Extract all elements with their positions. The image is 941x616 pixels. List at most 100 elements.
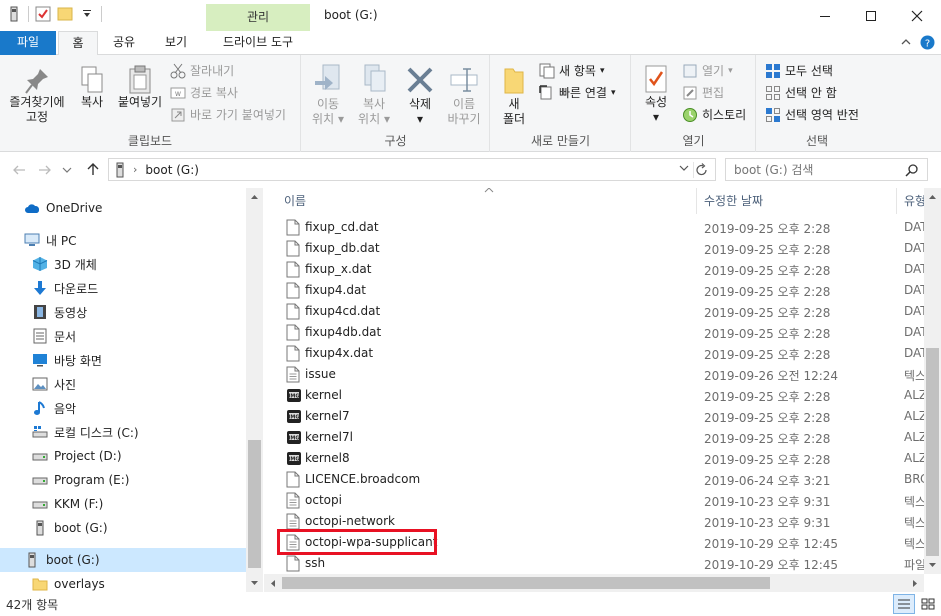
search-box[interactable] — [725, 158, 928, 181]
file-list-scrollbar[interactable] — [924, 188, 941, 574]
nav-scrollbar-thumb[interactable] — [248, 440, 261, 568]
breadcrumb-path[interactable]: boot (G:) — [145, 163, 199, 177]
table-row[interactable]: fixup4.dat 2019-09-25 오후 2:28 DAT — [280, 280, 928, 301]
nav-item-documents[interactable]: 문서 — [0, 324, 246, 348]
properties-button[interactable]: 속성 ▾ — [636, 63, 676, 125]
large-icons-view-button[interactable] — [918, 594, 938, 614]
invert-selection-button[interactable]: 선택 영역 반전 — [765, 106, 859, 123]
drive-icon[interactable] — [6, 6, 22, 22]
easy-access-button[interactable]: 빠른 연결 ▾ — [539, 84, 616, 101]
nav-item-project-d[interactable]: Project (D:) — [0, 444, 246, 468]
refresh-icon[interactable] — [693, 162, 711, 178]
select-all-button[interactable]: 모두 선택 — [765, 62, 833, 79]
new-folder-icon[interactable] — [57, 6, 73, 22]
close-button[interactable] — [894, 0, 940, 31]
paste-shortcut-label: 바로 가기 붙여넣기 — [190, 108, 286, 122]
scroll-right-icon[interactable] — [912, 579, 918, 588]
scroll-up-icon[interactable] — [928, 194, 937, 200]
file-list-scrollbar-thumb[interactable] — [926, 348, 939, 556]
nav-item-boot-g-selected[interactable]: boot (G:) — [0, 548, 246, 572]
table-row[interactable]: ssh 2019-10-29 오후 12:45 파일 — [280, 553, 926, 574]
pin-quick-access-button[interactable]: 즐겨찾기에 고정 — [4, 67, 70, 125]
copy-to-button[interactable]: 복사 위치 ▾ — [352, 63, 396, 127]
nav-item-music[interactable]: 음악 — [0, 396, 246, 420]
edit-button[interactable]: 편집 — [682, 84, 724, 101]
table-row[interactable]: IMG kernel 2019-09-25 오후 2:28 ALZ — [280, 385, 927, 406]
nav-item-pictures[interactable]: 사진 — [0, 372, 246, 396]
tab-file[interactable]: 파일 — [0, 31, 56, 55]
table-row[interactable]: fixup4x.dat 2019-09-25 오후 2:28 DAT — [280, 343, 928, 364]
file-icon — [286, 324, 302, 341]
table-row[interactable]: IMG kernel8 2019-09-25 오후 2:28 ALZ — [280, 448, 927, 469]
help-icon[interactable]: ? — [920, 35, 935, 50]
nav-item-boot-g[interactable]: boot (G:) — [0, 516, 246, 540]
address-bar[interactable]: › boot (G:) — [108, 158, 716, 181]
table-row[interactable]: fixup_db.dat 2019-09-25 오후 2:28 DAT — [280, 238, 928, 259]
maximize-button[interactable] — [848, 0, 894, 31]
paste-shortcut-button[interactable]: 바로 가기 붙여넣기 — [170, 106, 286, 123]
search-input[interactable] — [734, 161, 904, 179]
tab-home[interactable]: 홈 — [58, 31, 98, 56]
up-arrow-icon[interactable] — [86, 162, 100, 176]
table-row[interactable]: IMG kernel7l 2019-09-25 오후 2:28 ALZ — [280, 427, 927, 448]
recent-locations-icon[interactable] — [62, 166, 72, 174]
nav-item-this-pc[interactable]: 내 PC — [0, 228, 246, 252]
cut-button[interactable]: 잘라내기 — [170, 62, 234, 79]
table-row[interactable]: fixup4cd.dat 2019-09-25 오후 2:28 DAT — [280, 301, 928, 322]
scroll-up-icon[interactable] — [250, 194, 259, 200]
scroll-left-icon[interactable] — [270, 579, 276, 588]
context-tab-manage[interactable]: 관리 — [206, 4, 310, 31]
minimize-button[interactable] — [802, 0, 848, 31]
nav-item-downloads[interactable]: 다운로드 — [0, 276, 246, 300]
nav-item-kkm-f[interactable]: KKM (F:) — [0, 492, 246, 516]
nav-item-onedrive[interactable]: OneDrive — [0, 196, 246, 220]
new-item-button[interactable]: 새 항목 ▾ — [539, 62, 604, 79]
scroll-down-icon[interactable] — [928, 562, 937, 568]
move-to-button[interactable]: 이동 위치 ▾ — [306, 63, 350, 127]
copy-path-button[interactable]: W 경로 복사 — [170, 84, 238, 101]
table-row[interactable]: fixup_x.dat 2019-09-25 오후 2:28 DAT — [280, 259, 928, 280]
tab-share[interactable]: 공유 — [102, 31, 146, 55]
column-divider[interactable] — [896, 188, 897, 214]
search-icon[interactable] — [905, 163, 919, 177]
chevron-up-icon[interactable] — [900, 36, 912, 48]
customize-dropdown-icon[interactable] — [79, 6, 95, 22]
column-divider[interactable] — [696, 188, 697, 214]
table-row[interactable]: fixup4db.dat 2019-09-25 오후 2:28 DAT — [280, 322, 928, 343]
table-row[interactable]: fixup_cd.dat 2019-09-25 오후 2:28 DAT — [280, 217, 928, 238]
copy-button[interactable]: 복사 — [72, 65, 112, 110]
history-button[interactable]: 히스토리 — [682, 106, 746, 123]
column-header-name[interactable]: 이름 — [284, 188, 696, 214]
nav-scrollbar[interactable] — [246, 188, 263, 592]
delete-button[interactable]: 삭제 ▾ — [400, 63, 440, 127]
nav-item-local-disk-c[interactable]: 로컬 디스크 (C:) — [0, 420, 246, 444]
address-dropdown-icon[interactable] — [679, 164, 689, 172]
move-to-label-line2: 위치 ▾ — [312, 112, 344, 126]
table-row[interactable]: octopi 2019-10-23 오후 9:31 텍스 — [280, 490, 926, 511]
group-clipboard: 즐겨찾기에 고정 복사 붙여넣기 잘라내기 W 경로 복사 바로 가기 붙여넣기 — [0, 55, 301, 152]
column-header-date[interactable]: 수정한 날짜 — [704, 188, 894, 214]
horizontal-scrollbar[interactable] — [264, 574, 924, 592]
new-folder-button[interactable]: 새 폴더 — [497, 63, 531, 127]
paste-button[interactable]: 붙여넣기 — [112, 65, 168, 110]
horizontal-scrollbar-thumb[interactable] — [282, 577, 770, 589]
tab-view[interactable]: 보기 — [150, 31, 202, 55]
scroll-down-icon[interactable] — [250, 580, 259, 586]
details-view-button[interactable] — [893, 594, 915, 614]
select-all-label: 모두 선택 — [785, 64, 833, 78]
table-row[interactable]: issue 2019-09-26 오전 12:24 텍스 — [280, 364, 926, 385]
rename-button[interactable]: 이름 바꾸기 — [442, 63, 486, 127]
open-button[interactable]: 열기 ▾ — [682, 62, 733, 79]
table-row[interactable]: IMG kernel7 2019-09-25 오후 2:28 ALZ — [280, 406, 927, 427]
back-arrow-icon[interactable] — [12, 164, 26, 176]
ribbon: 즐겨찾기에 고정 복사 붙여넣기 잘라내기 W 경로 복사 바로 가기 붙여넣기 — [0, 55, 941, 152]
select-none-button[interactable]: 선택 안 함 — [765, 84, 837, 101]
forward-arrow-icon[interactable] — [38, 164, 52, 176]
nav-item-3d-objects[interactable]: 3D 개체 — [0, 252, 246, 276]
tab-drive-tools[interactable]: 드라이브 도구 — [206, 31, 310, 55]
nav-item-program-e[interactable]: Program (E:) — [0, 468, 246, 492]
properties-check-icon[interactable] — [35, 6, 51, 22]
table-row[interactable]: LICENCE.broadcom 2019-06-24 오후 3:21 BRC — [280, 469, 928, 490]
nav-item-videos[interactable]: 동영상 — [0, 300, 246, 324]
nav-item-desktop[interactable]: 바탕 화면 — [0, 348, 246, 372]
